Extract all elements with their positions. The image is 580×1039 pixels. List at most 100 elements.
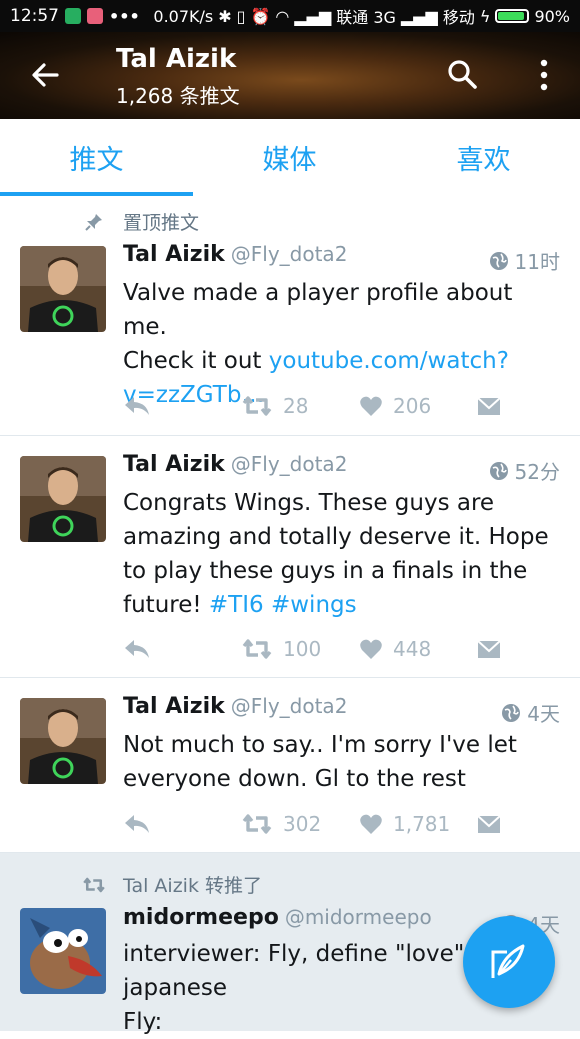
tab-media[interactable]: 媒体 (193, 119, 386, 196)
notification-app-icon (87, 8, 103, 24)
hashtag-link[interactable]: #wings (271, 592, 357, 618)
message-icon (477, 815, 501, 833)
reply-button[interactable] (123, 635, 151, 663)
pin-icon (85, 214, 102, 231)
message-icon (477, 640, 501, 658)
avatar-image (20, 246, 106, 332)
retweet-icon (242, 639, 272, 659)
retweeted-by-label: Tal Aizik 转推了 (123, 875, 262, 897)
tweet-text-line: everyone down. Gl to the rest (123, 766, 466, 792)
tweet-item[interactable]: Tal Aizik @Fly_dota2 4天 Not much to say..… (0, 678, 580, 853)
tweet-actions: 302 1,781 (123, 810, 543, 838)
heart-icon (360, 814, 382, 834)
wifi-icon: ◠ (275, 6, 290, 26)
tweet-author-name[interactable]: Tal Aizik (123, 242, 225, 267)
reply-button[interactable] (123, 392, 151, 420)
tweet-author-name[interactable]: midormeepo (123, 905, 279, 930)
pinned-label: 置顶推文 (123, 212, 200, 234)
tweet-text-line: amazing and totally deserve it. Hope (123, 524, 549, 550)
reply-button[interactable] (123, 810, 151, 838)
retweet-icon (242, 814, 272, 834)
status-time: 12:57 (10, 6, 59, 26)
avatar-image (20, 908, 106, 994)
tab-likes[interactable]: 喜欢 (387, 119, 580, 196)
heart-icon (360, 396, 382, 416)
tweet-time: 52分 (514, 460, 560, 484)
tweet-link[interactable]: youtube.com/watch? (269, 348, 509, 374)
tweet-text-line: Valve made a player profile about me. (123, 280, 513, 340)
retweet-icon (242, 396, 272, 416)
search-icon[interactable] (446, 58, 478, 90)
avatar-image (20, 698, 106, 784)
message-button[interactable] (477, 392, 501, 420)
avatar[interactable] (20, 246, 106, 332)
retweet-count: 100 (283, 637, 322, 661)
battery-percent: 90% (534, 6, 570, 26)
tweet-author-handle[interactable]: @midormeepo (285, 905, 432, 929)
more-vert-icon[interactable] (532, 58, 556, 92)
globe-icon (489, 251, 508, 270)
message-button[interactable] (477, 635, 501, 663)
avatar[interactable] (20, 908, 106, 994)
message-icon (477, 397, 501, 415)
network-speed: 0.07K/s (153, 6, 214, 26)
heart-icon (360, 639, 382, 659)
tweet-text-line: to play these guys in a finals in the (123, 558, 528, 584)
bluetooth-icon: ✱ (218, 6, 232, 26)
tweet-item[interactable]: Tal Aizik @Fly_dota2 52分 Congrats Wings. … (0, 436, 580, 678)
tweet-text: Not much to say.. I'm sorry I've let eve… (123, 728, 553, 796)
header-tweet-count: 1,268 条推文 (116, 84, 240, 108)
battery-icon (495, 9, 530, 23)
tab-tweets[interactable]: 推文 (0, 119, 193, 196)
retweet-button[interactable]: 100 (241, 635, 321, 663)
tweet-text-line: Congrats Wings. These guys are (123, 490, 495, 516)
avatar[interactable] (20, 698, 106, 784)
tweet-author-handle[interactable]: @Fly_dota2 (231, 452, 348, 476)
tweet-time: 4天 (527, 702, 560, 726)
retweet-count: 28 (283, 394, 309, 418)
like-count: 448 (393, 637, 432, 661)
tweet-author-name[interactable]: Tal Aizik (123, 452, 225, 477)
globe-icon (489, 461, 508, 480)
like-button[interactable]: 448 (359, 635, 431, 663)
retweet-button[interactable]: 28 (241, 392, 308, 420)
back-arrow-icon[interactable] (30, 60, 60, 90)
compose-tweet-button[interactable] (463, 916, 555, 1008)
avatar[interactable] (20, 456, 106, 542)
tweet-text-line: Not much to say.. I'm sorry I've let (123, 732, 517, 758)
shield-app-icon (65, 8, 81, 24)
tweet-text-line: Fly: (123, 1009, 163, 1035)
reply-icon (125, 640, 149, 658)
vibrate-off-icon: ▯ (236, 6, 246, 26)
retweet-button[interactable]: 302 (241, 810, 321, 838)
tweet-text: Congrats Wings. These guys are amazing a… (123, 486, 553, 622)
like-count: 206 (393, 394, 432, 418)
like-button[interactable]: 1,781 (359, 810, 450, 838)
tweet-author-handle[interactable]: @Fly_dota2 (231, 694, 348, 718)
charging-icon: ϟ (479, 6, 491, 26)
like-button[interactable]: 206 (359, 392, 431, 420)
retweet-context-icon (83, 877, 105, 893)
tweet-actions: 28 206 (123, 392, 543, 420)
retweet-count: 302 (283, 812, 322, 836)
tweet-actions: 100 448 (123, 635, 543, 663)
profile-header: Tal Aizik 1,268 条推文 (0, 32, 580, 119)
tweet-time: 11时 (514, 250, 560, 274)
tweet-text-line: Check it out (123, 348, 269, 374)
tweet-author-handle[interactable]: @Fly_dota2 (231, 242, 348, 266)
compose-icon (491, 944, 525, 978)
like-count: 1,781 (393, 812, 451, 836)
tweet-item[interactable]: 置顶推文 Tal Aizik @Fly_dota2 11时 Valve made … (0, 196, 580, 436)
carrier-2: 移动 (442, 8, 475, 27)
carrier-1: 联通 3G (336, 8, 396, 27)
reply-icon (125, 397, 149, 415)
tweet-author-name[interactable]: Tal Aizik (123, 694, 225, 719)
globe-icon (502, 703, 521, 722)
status-bar: 12:57 ••• 0.07K/s ✱ ▯ ⏰ ◠ ▂▄▆ 联通 3G ▂▄▆ … (0, 0, 580, 32)
message-button[interactable] (477, 810, 501, 838)
profile-tabs: 推文 媒体 喜欢 (0, 119, 580, 197)
header-title: Tal Aizik (116, 44, 237, 74)
avatar-image (20, 456, 106, 542)
hashtag-link[interactable]: #TI6 (209, 592, 264, 618)
tweet-text-line: future! (123, 592, 209, 618)
